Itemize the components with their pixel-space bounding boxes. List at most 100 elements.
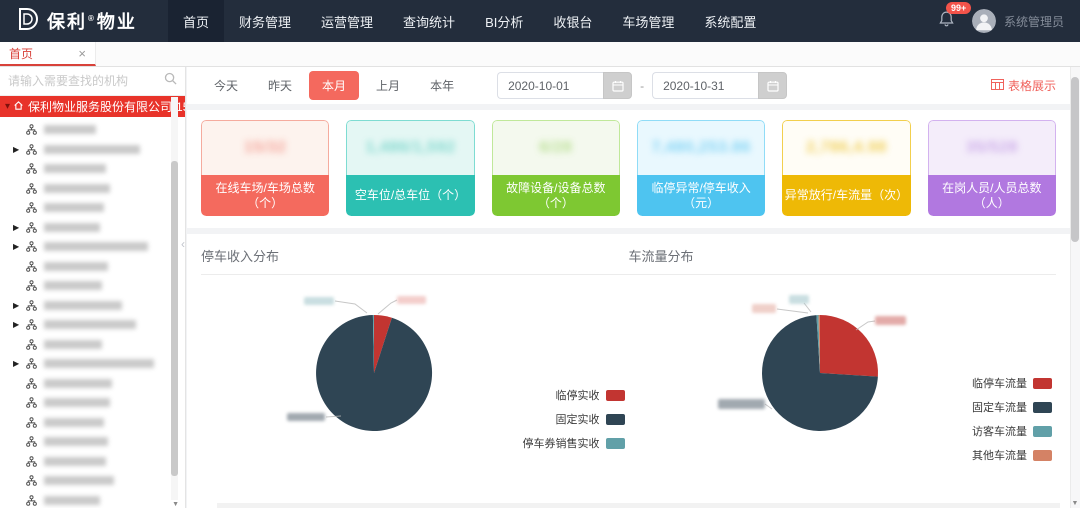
org-tree-item-2[interactable] (0, 159, 185, 179)
date-to-input[interactable] (652, 72, 758, 99)
org-label-blurred (44, 184, 110, 193)
user-name[interactable]: 系统管理员 (1004, 13, 1064, 30)
quick-filter-2[interactable]: 本月 (309, 71, 359, 100)
menu-item-0[interactable]: 首页 (168, 0, 224, 42)
date-from-input[interactable] (497, 72, 603, 99)
chart-title-parking-income: 停车收入分布 (201, 246, 629, 265)
org-tree-item-13[interactable] (0, 374, 185, 394)
menu-item-4[interactable]: BI分析 (470, 0, 538, 42)
legend-item-0-1[interactable]: 固定实收 (523, 411, 625, 427)
org-icon (26, 358, 37, 369)
stat-card-3: 7,480,253.86临停异常/停车收入（元） (637, 120, 765, 216)
main-scrollbar[interactable] (1070, 67, 1080, 508)
org-tree-item-15[interactable] (0, 413, 185, 433)
org-tree-item-6[interactable]: ▶ (0, 237, 185, 257)
org-root-label: 保利物业服务股份有限公司(15/3 (28, 98, 185, 115)
stat-card-0: 15/32在线车场/车场总数（个） (201, 120, 329, 216)
calendar-icon[interactable] (758, 72, 787, 99)
org-tree-item-3[interactable] (0, 179, 185, 199)
org-tree-item-18[interactable] (0, 471, 185, 491)
org-tree-item-17[interactable] (0, 452, 185, 472)
caret-down-icon[interactable]: ▾ (5, 101, 10, 112)
org-tree-item-9[interactable]: ▶ (0, 296, 185, 316)
legend-label: 访客车流量 (972, 423, 1027, 439)
bell-icon (939, 14, 954, 31)
menu-item-1[interactable]: 财务管理 (224, 0, 306, 42)
legend-item-1-0[interactable]: 临停车流量 (972, 375, 1052, 391)
caret-right-icon[interactable]: ▶ (13, 223, 19, 232)
caret-right-icon[interactable]: ▶ (13, 320, 19, 329)
legend-label: 临停车流量 (972, 375, 1027, 391)
tab-close-icon[interactable]: × (78, 47, 86, 60)
org-tree-item-0[interactable] (0, 120, 185, 140)
charts-row: 临停实收固定实收停车券销售实收 临停车流量固定车流量访客车流量其他车流量 (201, 275, 1056, 508)
legend-item-1-1[interactable]: 固定车流量 (972, 399, 1052, 415)
quick-filter-3[interactable]: 上月 (363, 71, 413, 100)
menu-item-6[interactable]: 车场管理 (607, 0, 689, 42)
org-label-blurred (44, 164, 106, 173)
user-avatar[interactable] (972, 9, 996, 33)
org-tree-item-4[interactable] (0, 198, 185, 218)
stat-card-1: 1,486/1,592空车位/总车位（个） (346, 120, 474, 216)
table-view-link[interactable]: 表格展示 (991, 77, 1056, 94)
calendar-icon[interactable] (603, 72, 632, 99)
org-tree-item-14[interactable] (0, 393, 185, 413)
notification-bell[interactable]: 99+ (939, 10, 954, 32)
org-label-blurred (44, 242, 148, 251)
legend-item-0-0[interactable]: 临停实收 (523, 387, 625, 403)
legend-label: 停车券销售实收 (523, 435, 600, 451)
caret-right-icon[interactable]: ▶ (13, 145, 19, 154)
org-tree-item-16[interactable] (0, 432, 185, 452)
org-tree-item-11[interactable] (0, 335, 185, 355)
quick-filter-0[interactable]: 今天 (201, 71, 251, 100)
horizontal-scrollbar[interactable] (217, 503, 1060, 508)
org-icon (26, 378, 37, 389)
org-tree-item-10[interactable]: ▶ (0, 315, 185, 335)
quick-filter-1[interactable]: 昨天 (255, 71, 305, 100)
sidebar-collapse-icon[interactable]: ‹ (181, 237, 185, 251)
menu-item-7[interactable]: 系统配置 (689, 0, 771, 42)
org-tree-item-1[interactable]: ▶ (0, 140, 185, 160)
org-search-input[interactable] (8, 74, 164, 88)
org-label-blurred (44, 320, 136, 329)
brand-logo[interactable]: 保利®物业 (0, 6, 168, 37)
org-label-blurred (44, 418, 104, 427)
tab-bar: 首页 × (0, 42, 1080, 67)
org-icon (26, 144, 37, 155)
card-value-blurred: 7,480,253.86 (651, 139, 750, 157)
caret-right-icon[interactable]: ▶ (13, 301, 19, 310)
legend-item-1-3[interactable]: 其他车流量 (972, 447, 1052, 463)
org-tree-item-12[interactable]: ▶ (0, 354, 185, 374)
org-icon (26, 456, 37, 467)
scrollbar-down-arrow[interactable]: ▼ (1071, 500, 1079, 507)
org-tree-item-8[interactable] (0, 276, 185, 296)
card-value-blurred: 15/32 (244, 139, 287, 157)
sidebar-scrollbar[interactable] (171, 97, 178, 500)
tab-home[interactable]: 首页 × (0, 42, 96, 66)
org-tree-item-19[interactable] (0, 491, 185, 508)
menu-item-2[interactable]: 运营管理 (306, 0, 388, 42)
legend-swatch (606, 414, 625, 425)
card-label-line2: （元） (683, 196, 719, 211)
menu-item-3[interactable]: 查询统计 (388, 0, 470, 42)
table-icon (991, 79, 1004, 93)
search-icon[interactable] (164, 72, 177, 90)
caret-right-icon[interactable]: ▶ (13, 242, 19, 251)
org-tree-item-7[interactable] (0, 257, 185, 277)
legend-traffic-flow: 临停车流量固定车流量访客车流量其他车流量 (972, 375, 1052, 471)
scrollbar-down-arrow[interactable]: ▼ (172, 501, 179, 508)
quick-filter-4[interactable]: 本年 (417, 71, 467, 100)
legend-item-0-2[interactable]: 停车券销售实收 (523, 435, 625, 451)
card-value-blurred: 2,786,4.98 (806, 139, 887, 157)
legend-swatch (606, 438, 625, 449)
org-label-blurred (44, 145, 140, 154)
filter-bar: 今天昨天本月上月本年 - (187, 67, 1070, 104)
org-label-blurred (44, 496, 100, 505)
org-tree-root[interactable]: ▾ 保利物业服务股份有限公司(15/3 (0, 96, 185, 117)
org-tree: ▶ ▶ ▶ ▶ ▶ ▶ (0, 117, 185, 508)
caret-right-icon[interactable]: ▶ (13, 359, 19, 368)
menu-item-5[interactable]: 收银台 (538, 0, 607, 42)
legend-item-1-2[interactable]: 访客车流量 (972, 423, 1052, 439)
org-label-blurred (44, 125, 96, 134)
org-tree-item-5[interactable]: ▶ (0, 218, 185, 238)
